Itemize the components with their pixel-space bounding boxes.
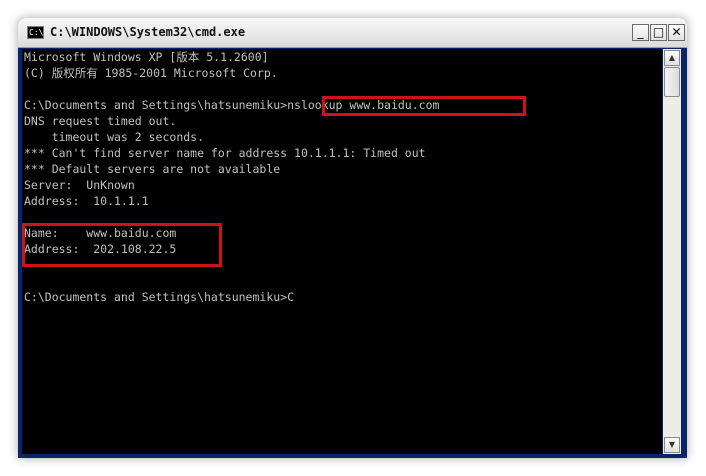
console-line: Server: UnKnown bbox=[24, 178, 135, 192]
vertical-scrollbar[interactable]: ▲ ▼ bbox=[663, 49, 681, 454]
window-title: C:\WINDOWS\System32\cmd.exe bbox=[50, 25, 246, 39]
scroll-down-button[interactable]: ▼ bbox=[664, 437, 680, 453]
console-output[interactable]: Microsoft Windows XP [版本 5.1.2600] (C) 版… bbox=[22, 49, 662, 454]
console-line: *** Default servers are not available bbox=[24, 162, 281, 176]
scroll-thumb[interactable] bbox=[664, 67, 680, 97]
cmd-window: C:\ C:\WINDOWS\System32\cmd.exe _ □ ✕ Mi… bbox=[18, 18, 687, 458]
dns-result-highlight bbox=[22, 223, 222, 267]
nslookup-command-highlight bbox=[322, 96, 526, 116]
minimize-button[interactable]: _ bbox=[632, 24, 649, 41]
maximize-button[interactable]: □ bbox=[650, 24, 667, 41]
cmd-icon: C:\ bbox=[27, 26, 44, 39]
console-line: *** Can't find server name for address 1… bbox=[24, 146, 426, 160]
console-line: (C) 版权所有 1985-2001 Microsoft Corp. bbox=[24, 66, 278, 80]
console-line: timeout was 2 seconds. bbox=[24, 130, 205, 144]
console-line: Microsoft Windows XP [版本 5.1.2600] bbox=[24, 50, 269, 64]
scroll-up-button[interactable]: ▲ bbox=[664, 50, 680, 66]
console-line: C:\Documents and Settings\hatsunemiku>C bbox=[24, 290, 295, 304]
close-button[interactable]: ✕ bbox=[668, 24, 685, 41]
console-line: DNS request timed out. bbox=[24, 114, 177, 128]
title-bar[interactable]: C:\ C:\WINDOWS\System32\cmd.exe _ □ ✕ bbox=[18, 18, 687, 48]
console-line: Address: 10.1.1.1 bbox=[24, 194, 149, 208]
